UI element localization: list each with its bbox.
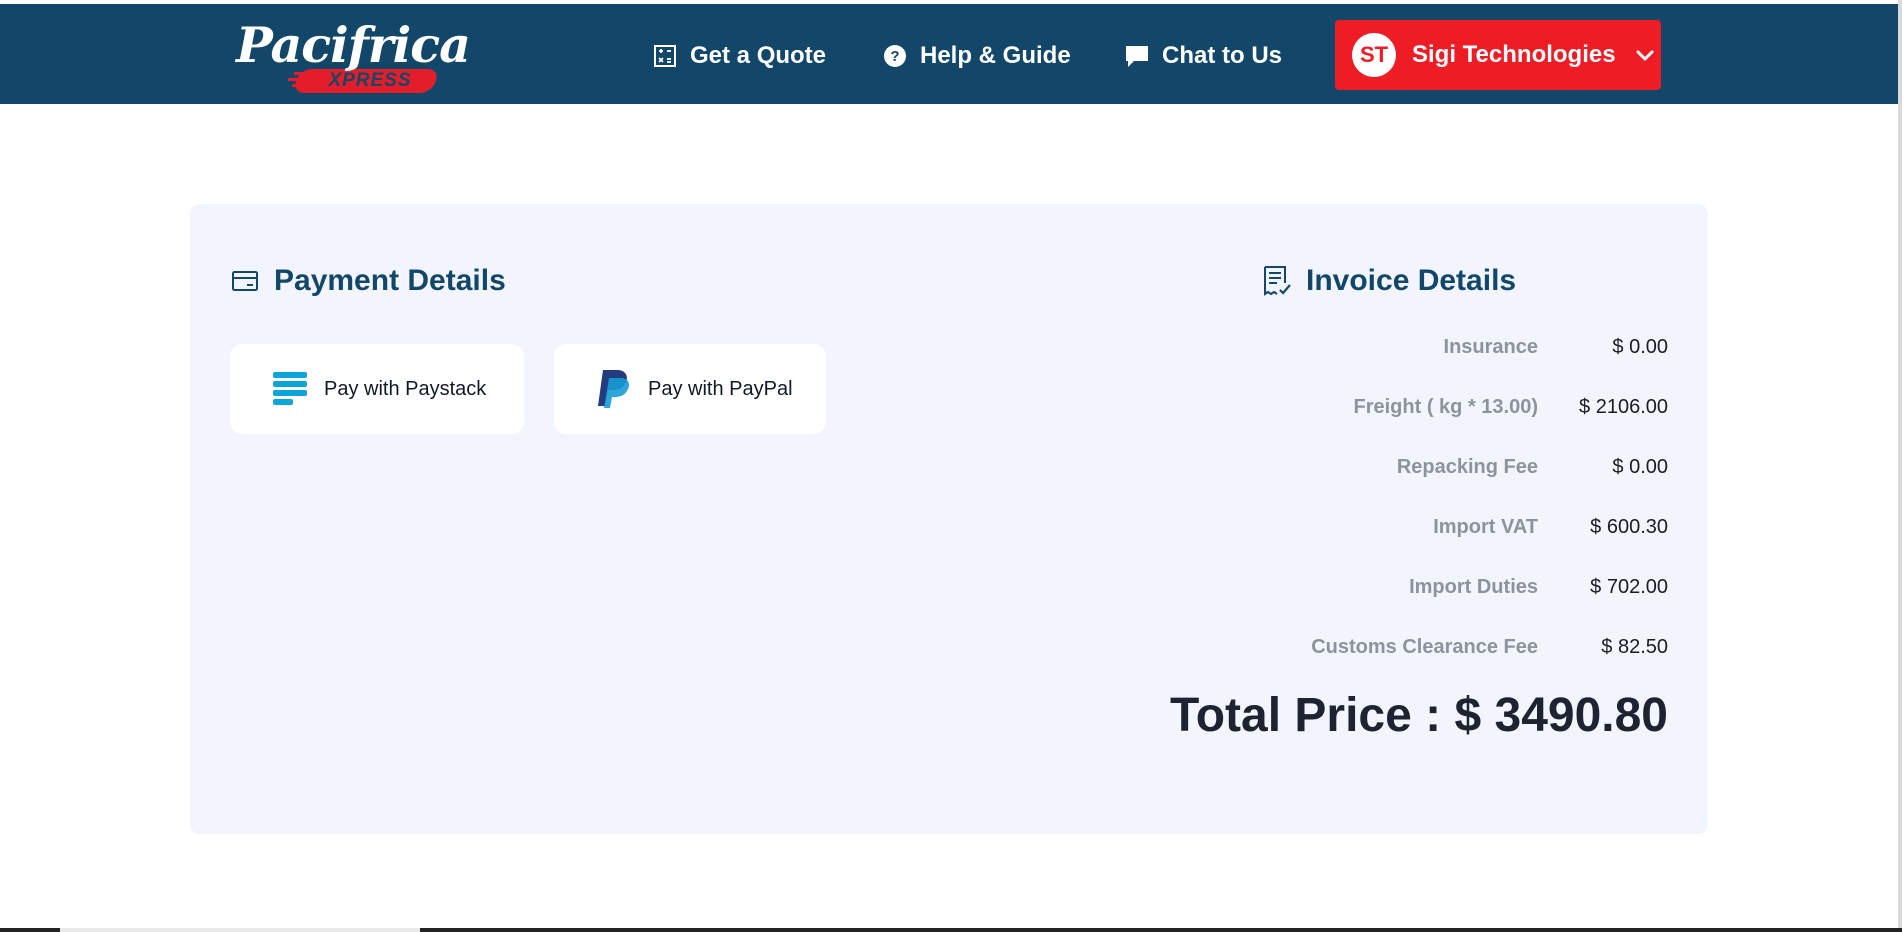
invoice-row-import-vat: Import VAT $ 600.30 (1433, 516, 1668, 539)
payment-details-title: Payment Details (274, 264, 506, 297)
total-price: Total Price : $ 3490.80 (1169, 689, 1668, 742)
nav-get-a-quote-label: Get a Quote (690, 42, 827, 69)
invoice-row-value: $ 82.50 (1601, 636, 1668, 658)
invoice-row-value: $ 2106.00 (1579, 396, 1668, 418)
pay-with-paystack-button[interactable]: Pay with Paystack (230, 344, 524, 434)
invoice-row-value: $ 0.00 (1612, 456, 1668, 478)
invoice-details-title: Invoice Details (1306, 264, 1517, 297)
logo-tagline: XPRESS (328, 70, 412, 91)
receipt-icon (1262, 265, 1292, 297)
invoice-row-value: $ 702.00 (1590, 576, 1668, 598)
invoice-row-value: $ 600.30 (1590, 516, 1668, 538)
taskbar-item (60, 928, 420, 932)
top-navbar: Pacifrica XPRESS Get a Quote ? Help & Gu… (0, 4, 1898, 104)
invoice-row-import-duties: Import Duties $ 702.00 (1409, 576, 1668, 599)
invoice-row-label: Customs Clearance Fee (1311, 636, 1538, 658)
question-circle-icon: ? (882, 43, 908, 69)
invoice-row-label: Repacking Fee (1396, 456, 1538, 478)
invoice-row-value: $ 0.00 (1612, 336, 1668, 358)
logo-wordmark: Pacifrica (236, 16, 471, 74)
payment-details-heading: Payment Details (230, 264, 506, 298)
avatar: ST (1352, 33, 1396, 77)
calculator-icon (652, 43, 678, 69)
invoice-row-label: Freight ( kg * 13.00) (1353, 396, 1539, 418)
user-menu-button[interactable]: ST Sigi Technologies (1335, 20, 1661, 90)
nav-get-a-quote[interactable]: Get a Quote (652, 36, 826, 76)
invoice-row-label: Import Duties (1409, 576, 1538, 598)
checkout-card: Payment Details Pay with Paystack Pay wi… (190, 204, 1708, 834)
invoice-row-label: Insurance (1443, 336, 1538, 358)
chevron-down-icon (1634, 44, 1656, 66)
invoice-row-label: Import VAT (1433, 516, 1538, 538)
svg-text:?: ? (890, 48, 899, 65)
invoice-row-customs-clearance-fee: Customs Clearance Fee $ 82.50 (1311, 636, 1668, 659)
pay-with-paypal-button[interactable]: Pay with PayPal (554, 344, 826, 434)
paystack-icon (270, 369, 310, 409)
pay-with-paystack-label: Pay with Paystack (324, 377, 487, 400)
pay-with-paypal-label: Pay with PayPal (648, 377, 793, 400)
invoice-row-repacking-fee: Repacking Fee $ 0.00 (1397, 456, 1668, 479)
nav-help-guide-label: Help & Guide (920, 42, 1071, 69)
invoice-row-insurance: Insurance $ 0.00 (1444, 336, 1668, 359)
chat-bubble-icon (1124, 43, 1150, 69)
credit-card-icon (230, 265, 260, 297)
taskbar-strip (0, 928, 1902, 932)
window-edge (1898, 0, 1902, 928)
invoice-details-heading: Invoice Details (1262, 264, 1516, 298)
nav-chat-to-us-label: Chat to Us (1162, 42, 1282, 69)
user-name: Sigi Technologies (1412, 41, 1616, 68)
nav-help-guide[interactable]: ? Help & Guide (882, 36, 1071, 76)
paypal-icon (594, 369, 634, 409)
invoice-row-freight: Freight ( kg * 13.00) $ 2106.00 (1354, 396, 1669, 419)
pacifrica-logo[interactable]: Pacifrica XPRESS (234, 14, 471, 94)
nav-chat-to-us[interactable]: Chat to Us (1124, 36, 1282, 76)
